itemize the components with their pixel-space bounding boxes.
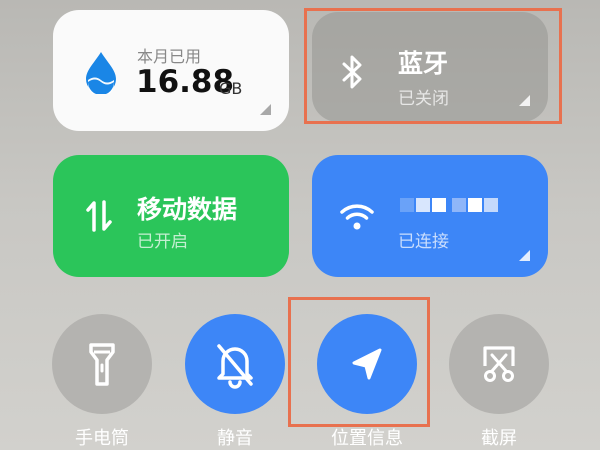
location-label: 位置信息 [331,428,403,449]
mute-label: 静音 [217,428,253,449]
mute-toggle[interactable] [185,314,285,414]
network-name-redacted [400,195,500,219]
data-usage-unit: GB [219,79,243,98]
mobile-data-title: 移动数据 [137,195,238,224]
flashlight-label: 手电筒 [75,428,129,449]
location-toggle[interactable] [317,314,417,414]
bluetooth-tile[interactable]: 蓝牙 已关闭 [312,12,548,122]
wifi-status: 已连接 [398,232,449,252]
wifi-tile[interactable]: 已连接 [312,155,548,277]
bluetooth-status: 已关闭 [398,89,449,109]
bluetooth-title: 蓝牙 [398,49,449,78]
data-transfer-arrows-icon [86,199,112,237]
mobile-data-status: 已开启 [137,232,188,252]
data-usage-tile[interactable]: 本月已用 16.88 GB [53,10,289,131]
expand-corner-icon [260,104,271,115]
expand-corner-icon [519,95,530,106]
expand-corner-icon [519,250,530,261]
mobile-data-tile[interactable]: 移动数据 已开启 [53,155,289,277]
bell-muted-icon [217,344,253,389]
screenshot-scissors-icon [483,346,515,382]
bluetooth-icon [340,54,366,94]
water-drop-icon [83,50,119,97]
wifi-icon [340,201,374,235]
flashlight-icon [89,343,115,386]
flashlight-toggle[interactable] [52,314,152,414]
screenshot-toggle[interactable] [449,314,549,414]
screenshot-label: 截屏 [481,428,517,449]
location-arrow-icon [352,348,382,380]
